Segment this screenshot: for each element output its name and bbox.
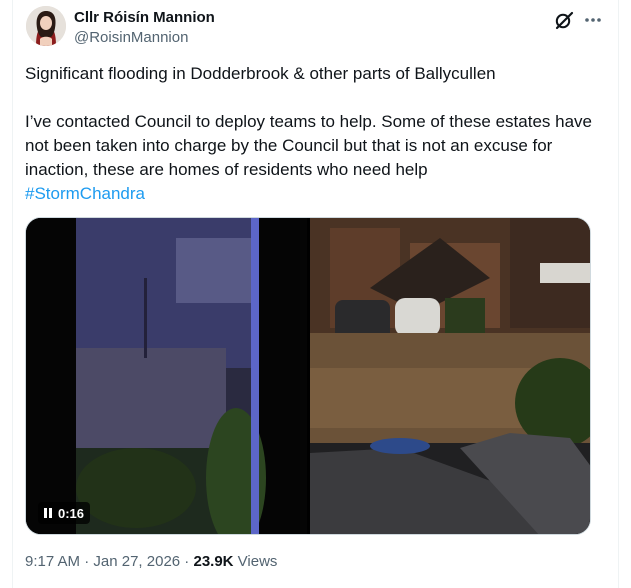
- views-count: 23.9K: [193, 553, 234, 570]
- meta-separator: ·: [80, 553, 94, 570]
- tweet-date[interactable]: Jan 27, 2026: [93, 553, 180, 570]
- meta-separator: ·: [180, 553, 194, 570]
- hashtag-link[interactable]: #StormChandra: [25, 184, 145, 203]
- video-duration-text: 0:16: [58, 505, 85, 521]
- video-duration: 0:16: [38, 502, 91, 524]
- tweet-text: Significant flooding in Dodderbrook & ot…: [25, 62, 605, 206]
- author-handle[interactable]: @RoisinMannion: [74, 29, 188, 46]
- avatar[interactable]: [26, 6, 66, 46]
- tweet-text-body: I’ve contacted Council to deploy teams t…: [25, 112, 593, 179]
- tweet-card: Cllr Róisín Mannion @RoisinMannion Signi…: [12, 0, 619, 588]
- tweet-meta: 9:17 AM · Jan 27, 2026 · 23.9K Views: [25, 553, 277, 570]
- tweet-time[interactable]: 9:17 AM: [25, 553, 80, 570]
- tweet-text-line1: Significant flooding in Dodderbrook & ot…: [25, 64, 496, 83]
- more-icon[interactable]: [582, 9, 604, 31]
- grok-icon[interactable]: [554, 10, 574, 30]
- video-player[interactable]: 0:16: [26, 218, 307, 534]
- author-name[interactable]: Cllr Róisín Mannion: [74, 9, 215, 26]
- views-label: Views: [233, 553, 278, 570]
- pause-icon[interactable]: [44, 508, 52, 518]
- flood-photo[interactable]: [310, 218, 590, 534]
- media-grid: 0:16: [25, 217, 591, 535]
